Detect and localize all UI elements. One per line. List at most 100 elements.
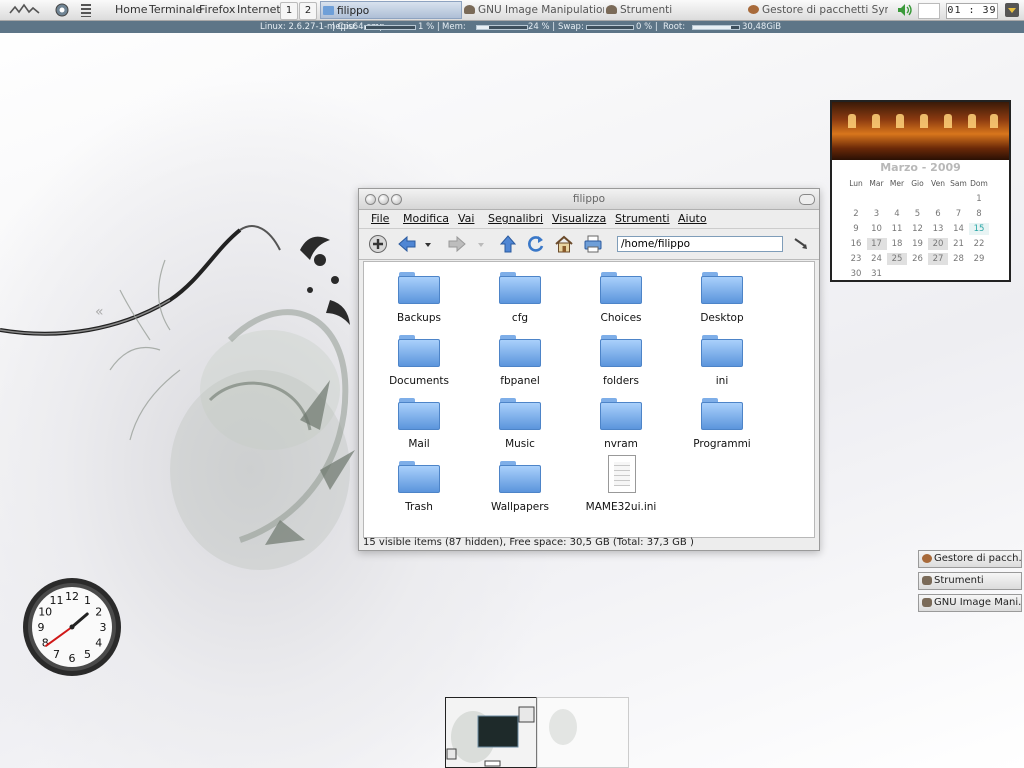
- task-filippo[interactable]: filippo: [320, 1, 462, 19]
- desktop-pager[interactable]: [445, 697, 629, 768]
- file-item[interactable]: MAME32ui.ini: [576, 455, 666, 515]
- volume-icon[interactable]: [896, 2, 914, 18]
- menu-aiuto[interactable]: Aiuto: [678, 212, 707, 225]
- analog-clock: 12 12 3 45678 9 1011: [23, 578, 121, 676]
- calendar-day[interactable]: 12: [908, 223, 928, 235]
- calendar-day[interactable]: 28: [949, 253, 969, 265]
- calendar-day[interactable]: 8: [969, 208, 989, 220]
- calendar-day[interactable]: 16: [846, 238, 866, 250]
- file-view[interactable]: Backups cfg Choices Desktop Documents fbpanel…: [363, 261, 815, 538]
- forward-arrow-icon[interactable]: [447, 234, 467, 254]
- desktop-1-button[interactable]: 1: [280, 2, 298, 20]
- calendar-day[interactable]: 21: [949, 238, 969, 250]
- folder-item[interactable]: folders: [576, 331, 666, 389]
- up-arrow-icon[interactable]: [498, 234, 518, 254]
- folder-item[interactable]: Backups: [374, 268, 464, 326]
- menu-firefox[interactable]: Firefox: [199, 0, 235, 20]
- cpu-bar-fill: [365, 26, 366, 29]
- folder-icon: [398, 461, 440, 493]
- calendar-day[interactable]: 26: [908, 253, 928, 265]
- menu-internet[interactable]: Internet: [237, 0, 281, 20]
- window-title: filippo: [572, 193, 606, 205]
- new-window-icon[interactable]: [368, 234, 388, 254]
- item-label: Backups: [397, 312, 441, 324]
- calendar-day[interactable]: 23: [846, 253, 866, 265]
- task-strumenti[interactable]: Strumenti: [604, 1, 746, 19]
- desktop-2-button[interactable]: 2: [299, 2, 317, 20]
- calendar-day[interactable]: 1: [969, 193, 989, 205]
- calendar-day[interactable]: 4: [887, 208, 907, 220]
- calendar-day[interactable]: 31: [867, 268, 887, 280]
- task-button-strumenti[interactable]: Strumenti: [918, 572, 1022, 590]
- chevron-down-icon[interactable]: [423, 234, 433, 254]
- calendar-day[interactable]: 15: [969, 223, 989, 235]
- folder-item[interactable]: Trash: [374, 457, 464, 515]
- folder-icon: [701, 272, 743, 304]
- tray-app-icon[interactable]: [1004, 2, 1020, 18]
- calendar-day[interactable]: 13: [928, 223, 948, 235]
- menu-logo-icon[interactable]: [8, 0, 42, 20]
- menu-segnalibri[interactable]: Segnalibri: [488, 212, 543, 225]
- status-bar: 15 visible items (87 hidden), Free space…: [363, 537, 694, 548]
- calendar-day[interactable]: 2: [846, 208, 866, 220]
- top-panel: Home Terminale Firefox Internet 1 2 fili…: [0, 0, 1024, 21]
- shade-button[interactable]: [799, 194, 815, 205]
- calendar-day[interactable]: 14: [949, 223, 969, 235]
- terminal-list-icon[interactable]: [80, 2, 92, 18]
- home-icon[interactable]: [554, 234, 574, 254]
- calendar-day[interactable]: 5: [908, 208, 928, 220]
- task-button-gimp[interactable]: GNU Image Mani...: [918, 594, 1022, 612]
- folder-item[interactable]: Programmi: [677, 394, 767, 452]
- calendar-day[interactable]: 6: [928, 208, 948, 220]
- folder-item[interactable]: Choices: [576, 268, 666, 326]
- calendar-day[interactable]: 19: [908, 238, 928, 250]
- calendar-day[interactable]: 18: [887, 238, 907, 250]
- calendar-day[interactable]: 7: [949, 208, 969, 220]
- calendar-day[interactable]: 24: [867, 253, 887, 265]
- printer-icon[interactable]: [583, 234, 603, 254]
- folder-item[interactable]: nvram: [576, 394, 666, 452]
- menu-modifica[interactable]: Modifica: [403, 212, 449, 225]
- file-manager-window[interactable]: filippo File Modifica Vai Segnalibri Vis…: [358, 188, 820, 551]
- folder-item[interactable]: Desktop: [677, 268, 767, 326]
- folder-item[interactable]: cfg: [475, 268, 565, 326]
- cpu-value: 1 % |: [418, 22, 440, 32]
- calendar-day[interactable]: 9: [846, 223, 866, 235]
- go-arrow-icon[interactable]: [791, 234, 811, 254]
- cpu-bar: [364, 25, 416, 30]
- path-input[interactable]: [617, 236, 783, 252]
- calendar-day[interactable]: 11: [887, 223, 907, 235]
- folder-item[interactable]: Documents: [374, 331, 464, 389]
- back-arrow-icon[interactable]: [397, 234, 417, 254]
- folder-item[interactable]: Mail: [374, 394, 464, 452]
- network-icon[interactable]: [54, 2, 70, 18]
- menu-file[interactable]: File: [371, 212, 389, 225]
- calendar-day[interactable]: 25: [887, 253, 907, 265]
- folder-icon: [499, 272, 541, 304]
- menu-home[interactable]: Home: [115, 0, 147, 20]
- folder-item[interactable]: Wallpapers: [475, 457, 565, 515]
- folder-item[interactable]: Music: [475, 394, 565, 452]
- calendar-day[interactable]: 10: [867, 223, 887, 235]
- chevron-down-icon[interactable]: [476, 234, 486, 254]
- panel-clock[interactable]: 01 : 39: [946, 3, 998, 19]
- menu-strumenti[interactable]: Strumenti: [615, 212, 670, 225]
- calendar-day[interactable]: 29: [969, 253, 989, 265]
- reload-icon[interactable]: [526, 234, 546, 254]
- folder-item[interactable]: ini: [677, 331, 767, 389]
- task-button-synaptic[interactable]: Gestore di pacch...: [918, 550, 1022, 568]
- folder-item[interactable]: fbpanel: [475, 331, 565, 389]
- task-gimp[interactable]: GNU Image Manipulation P...: [462, 1, 604, 19]
- menu-visualizza[interactable]: Visualizza: [552, 212, 606, 225]
- task-synaptic[interactable]: Gestore di pacchetti Syna...: [746, 1, 888, 19]
- menu-vai[interactable]: Vai: [458, 212, 474, 225]
- calendar-day[interactable]: 17: [866, 238, 887, 250]
- calendar-day[interactable]: 20: [928, 238, 948, 250]
- calendar-day[interactable]: 27: [928, 253, 948, 265]
- calendar-day[interactable]: 30: [846, 268, 866, 280]
- calendar-day[interactable]: 22: [969, 238, 989, 250]
- window-titlebar[interactable]: filippo: [359, 189, 819, 210]
- task-label: GNU Image Mani...: [934, 597, 1022, 608]
- calendar-day[interactable]: 3: [867, 208, 887, 220]
- menu-terminale[interactable]: Terminale: [149, 0, 202, 20]
